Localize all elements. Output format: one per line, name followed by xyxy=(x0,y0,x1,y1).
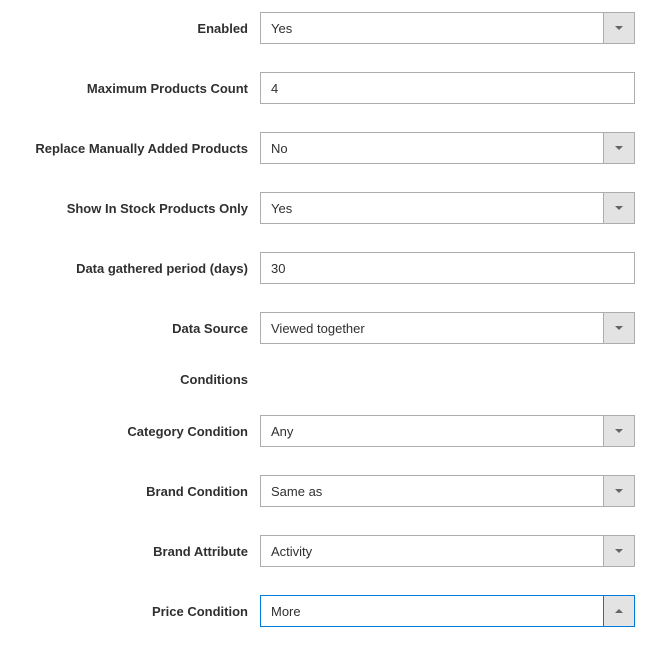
label-replace-manual: Replace Manually Added Products xyxy=(0,141,260,156)
control-data-source: Viewed together xyxy=(260,312,645,344)
row-brand-attribute: Brand Attribute Activity xyxy=(0,535,645,567)
select-replace-manual[interactable]: No xyxy=(260,132,635,164)
select-enabled-handle[interactable] xyxy=(603,12,635,44)
control-in-stock-only: Yes xyxy=(260,192,645,224)
label-enabled: Enabled xyxy=(0,21,260,36)
select-brand-condition-handle[interactable] xyxy=(603,475,635,507)
label-data-period: Data gathered period (days) xyxy=(0,261,260,276)
select-in-stock-only-value[interactable]: Yes xyxy=(260,192,603,224)
select-data-source[interactable]: Viewed together xyxy=(260,312,635,344)
select-replace-manual-value[interactable]: No xyxy=(260,132,603,164)
control-brand-condition: Same as xyxy=(260,475,645,507)
row-replace-manual: Replace Manually Added Products No xyxy=(0,132,645,164)
control-category-condition: Any xyxy=(260,415,645,447)
row-max-products: Maximum Products Count xyxy=(0,72,645,104)
select-brand-attribute-handle[interactable] xyxy=(603,535,635,567)
label-brand-condition: Brand Condition xyxy=(0,484,260,499)
select-category-condition[interactable]: Any xyxy=(260,415,635,447)
chevron-down-icon xyxy=(615,26,623,30)
control-replace-manual: No xyxy=(260,132,645,164)
select-brand-attribute-value[interactable]: Activity xyxy=(260,535,603,567)
input-max-products[interactable] xyxy=(260,72,635,104)
select-in-stock-only[interactable]: Yes xyxy=(260,192,635,224)
label-brand-attribute: Brand Attribute xyxy=(0,544,260,559)
label-in-stock-only: Show In Stock Products Only xyxy=(0,201,260,216)
select-brand-attribute[interactable]: Activity xyxy=(260,535,635,567)
input-data-period[interactable] xyxy=(260,252,635,284)
chevron-down-icon xyxy=(615,326,623,330)
select-brand-condition[interactable]: Same as xyxy=(260,475,635,507)
control-data-period xyxy=(260,252,645,284)
select-price-condition-value[interactable]: More xyxy=(260,595,603,627)
row-data-source: Data Source Viewed together xyxy=(0,312,645,344)
control-price-condition: More xyxy=(260,595,645,627)
chevron-down-icon xyxy=(615,206,623,210)
chevron-up-icon xyxy=(615,609,623,613)
label-category-condition: Category Condition xyxy=(0,424,260,439)
select-category-condition-value[interactable]: Any xyxy=(260,415,603,447)
row-brand-condition: Brand Condition Same as xyxy=(0,475,645,507)
row-enabled: Enabled Yes xyxy=(0,12,645,44)
select-replace-manual-handle[interactable] xyxy=(603,132,635,164)
label-price-condition: Price Condition xyxy=(0,604,260,619)
select-data-source-value[interactable]: Viewed together xyxy=(260,312,603,344)
select-category-condition-handle[interactable] xyxy=(603,415,635,447)
control-brand-attribute: Activity xyxy=(260,535,645,567)
select-brand-condition-value[interactable]: Same as xyxy=(260,475,603,507)
select-price-condition[interactable]: More xyxy=(260,595,635,627)
select-in-stock-only-handle[interactable] xyxy=(603,192,635,224)
chevron-down-icon xyxy=(615,489,623,493)
chevron-down-icon xyxy=(615,549,623,553)
label-data-source: Data Source xyxy=(0,321,260,336)
chevron-down-icon xyxy=(615,429,623,433)
control-enabled: Yes xyxy=(260,12,645,44)
row-category-condition: Category Condition Any xyxy=(0,415,645,447)
row-conditions-header: Conditions xyxy=(0,372,645,387)
select-price-condition-handle[interactable] xyxy=(603,595,635,627)
row-price-condition: Price Condition More xyxy=(0,595,645,627)
label-max-products: Maximum Products Count xyxy=(0,81,260,96)
chevron-down-icon xyxy=(615,146,623,150)
control-max-products xyxy=(260,72,645,104)
select-enabled[interactable]: Yes xyxy=(260,12,635,44)
label-conditions-header: Conditions xyxy=(0,372,260,387)
row-in-stock-only: Show In Stock Products Only Yes xyxy=(0,192,645,224)
select-enabled-value[interactable]: Yes xyxy=(260,12,603,44)
select-data-source-handle[interactable] xyxy=(603,312,635,344)
row-data-period: Data gathered period (days) xyxy=(0,252,645,284)
